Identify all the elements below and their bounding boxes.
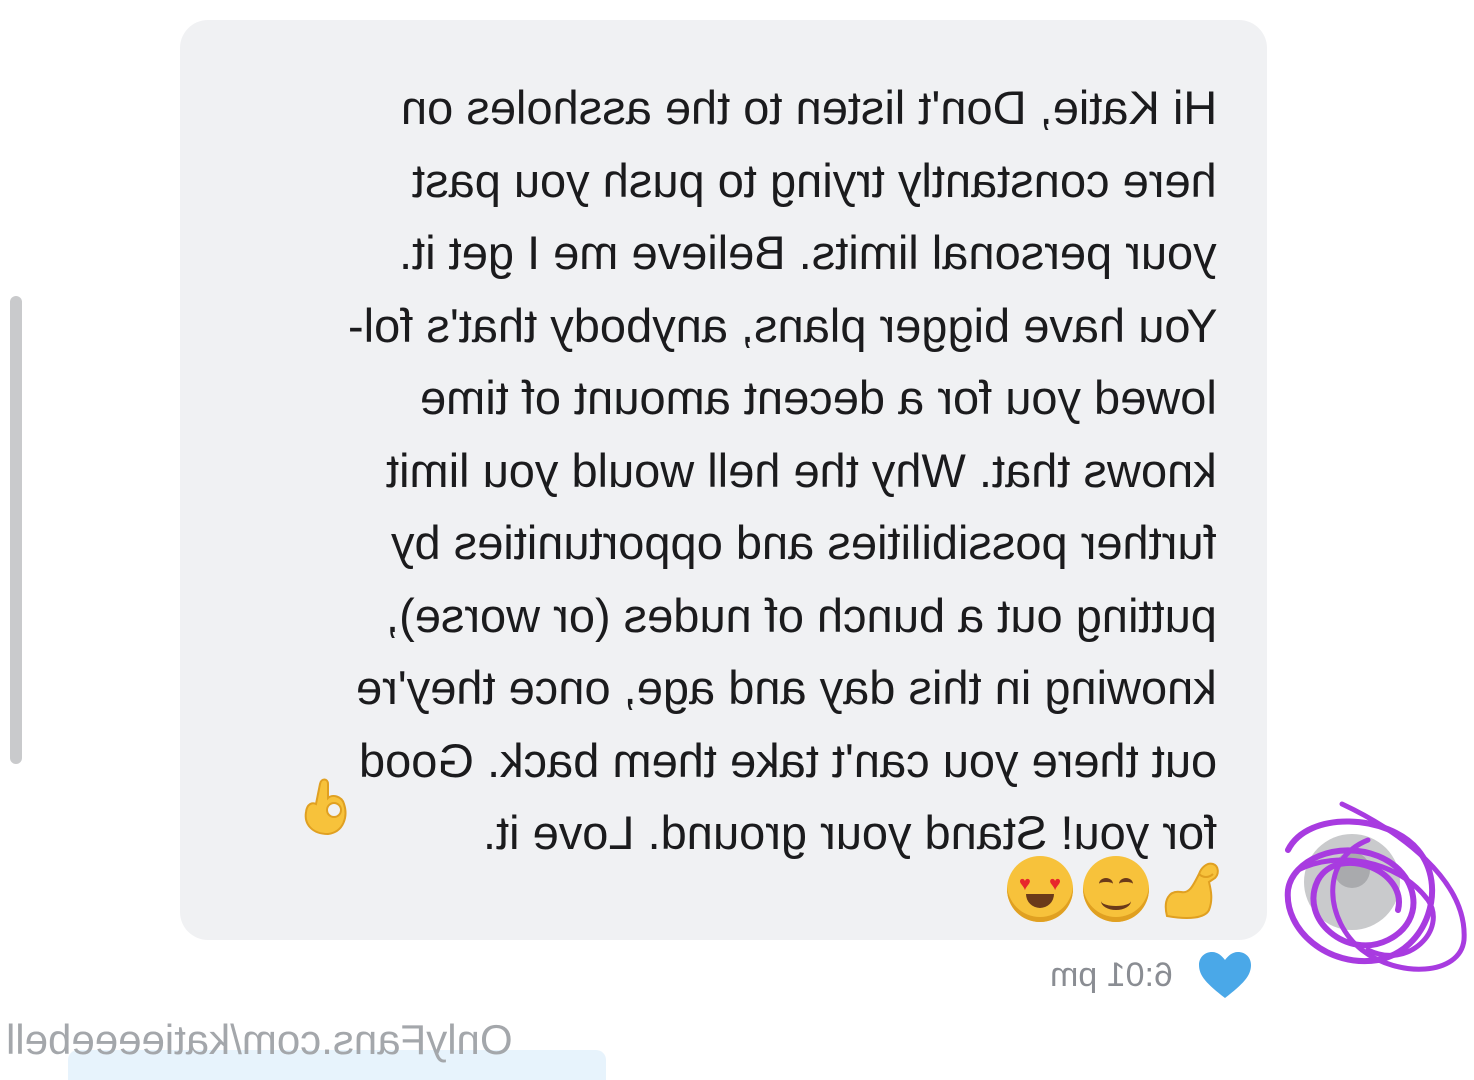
message-line-text: Hi Katie, Don't listen to the assholes o… bbox=[400, 81, 1217, 134]
chat-screen: Hi Katie, Don't listen to the assholes o… bbox=[0, 0, 1474, 1080]
message-line-text: You have bigger plans, anybody that's fo… bbox=[347, 298, 1218, 352]
message-line-text: further possibilities and opportunities … bbox=[391, 516, 1217, 569]
message-line: here constantly trying to push you past bbox=[207, 145, 1217, 218]
message-line: You have bigger plans, anybody that's fo… bbox=[207, 290, 1218, 363]
message-line: your personal limits. Believe me I get i… bbox=[207, 217, 1217, 290]
message-line: knows that. Why the hell would you limit bbox=[207, 435, 1217, 508]
heart-like-icon[interactable] bbox=[1197, 950, 1253, 1000]
message-line-text: here constantly trying to push you past bbox=[412, 153, 1217, 207]
timestamp: 6:01 pm bbox=[1050, 955, 1173, 994]
ok-hand-emoji-icon bbox=[304, 778, 347, 836]
message-line-text: lowed you for a decent amount of time bbox=[420, 371, 1217, 424]
message-line: out there you can't take them back. Good bbox=[207, 725, 1217, 798]
message-line: Hi Katie, Don't listen to the assholes o… bbox=[207, 72, 1217, 145]
message-line-text: out there you can't take them back. Good bbox=[358, 733, 1217, 787]
smiling-face-emoji-icon bbox=[1083, 856, 1149, 922]
message-meta: 6:01 pm bbox=[1050, 950, 1253, 1000]
scrollbar[interactable] bbox=[10, 296, 22, 764]
message-bubble[interactable]: Hi Katie, Don't listen to the assholes o… bbox=[180, 20, 1267, 940]
message-line-text: knowing in this day and age, once they'r… bbox=[356, 661, 1217, 714]
message-line: putting out a bunch of nudes (or worse), bbox=[207, 580, 1217, 653]
message-text: Hi Katie, Don't listen to the assholes o… bbox=[207, 72, 1218, 870]
message-line: further possibilities and opportunities … bbox=[207, 507, 1217, 580]
heart-eyes-emoji-icon: ♥ ♥ bbox=[1007, 856, 1073, 922]
message-line-text: your personal limits. Believe me I get i… bbox=[399, 226, 1217, 279]
message-line-text: knows that. Why the hell would you limit bbox=[386, 443, 1217, 497]
message-line: lowed you for a decent amount of time bbox=[207, 362, 1217, 435]
avatar[interactable] bbox=[1278, 800, 1474, 980]
flexed-biceps-emoji-icon bbox=[1164, 862, 1219, 919]
watermark: OnlyFans.com/katieeeebell bbox=[6, 1016, 513, 1063]
message-line: knowing in this day and age, once they'r… bbox=[207, 652, 1217, 725]
trailing-emoji-row: ♥ ♥ bbox=[1007, 856, 1221, 922]
message-line-text: putting out a bunch of nudes (or worse), bbox=[386, 588, 1217, 642]
